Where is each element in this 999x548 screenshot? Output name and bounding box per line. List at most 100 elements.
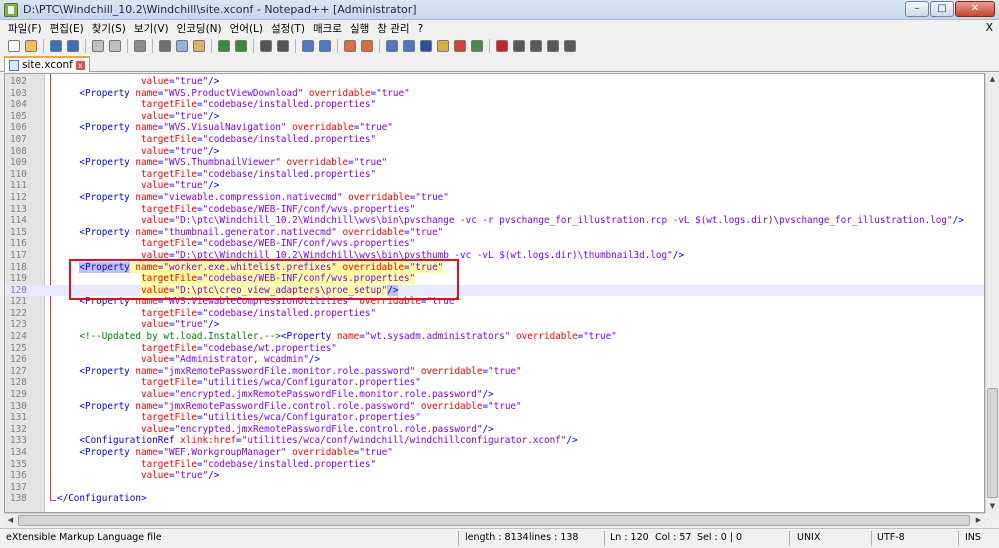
code-line[interactable]: 137 — [5, 482, 984, 494]
stop-macro-icon[interactable] — [511, 38, 527, 54]
toolbar-separator — [489, 39, 490, 53]
tab-site-xconf[interactable]: site.xconf x — [4, 56, 90, 72]
lang-icon[interactable] — [435, 38, 451, 54]
new-file-icon[interactable] — [6, 38, 22, 54]
code-editor[interactable]: 102 value="true"/> 103 <Property name="WV… — [4, 73, 985, 513]
run-macro-icon[interactable] — [545, 38, 561, 54]
indent-guide-icon-glyph — [420, 40, 432, 52]
zoom-in-icon[interactable] — [300, 38, 316, 54]
close-window-button[interactable]: ✕ — [955, 1, 995, 17]
code-line[interactable]: 111 value="true"/> — [5, 180, 984, 192]
code-line[interactable]: 106 <Property name="WVS.VisualNavigation… — [5, 122, 984, 134]
open-file-icon[interactable] — [23, 38, 39, 54]
code-line[interactable]: 136 value="true"/> — [5, 470, 984, 482]
code-line[interactable]: 124 <!--Updated by wt.load.Installer.-->… — [5, 331, 984, 343]
replace-icon[interactable] — [275, 38, 291, 54]
code-line[interactable]: 134 <Property name="WEF.WorkgroupManager… — [5, 447, 984, 459]
copy-icon[interactable] — [174, 38, 190, 54]
horizontal-scrollbar[interactable]: ◀ ▶ — [4, 513, 985, 527]
maximize-button[interactable]: □ — [930, 1, 954, 17]
code-line[interactable]: 116 targetFile="codebase/WEB-INF/conf/wv… — [5, 238, 984, 250]
menu-encoding[interactable]: 인코딩(N) — [173, 21, 226, 36]
menu-window[interactable]: 창 관리 — [373, 21, 413, 36]
save-all-icon[interactable] — [65, 38, 81, 54]
close-document-button[interactable]: X — [985, 21, 993, 34]
code-line[interactable]: 105 value="true"/> — [5, 111, 984, 123]
menu-macro[interactable]: 매크로 — [309, 21, 346, 36]
code-token: <Property — [280, 331, 337, 343]
find-icon[interactable] — [258, 38, 274, 54]
wrap-icon[interactable] — [384, 38, 400, 54]
doc-map-icon[interactable] — [452, 38, 468, 54]
code-line[interactable]: 122 targetFile="codebase/installed.prope… — [5, 308, 984, 320]
code-line[interactable]: 133 <ConfigurationRef xlink:href="utilit… — [5, 435, 984, 447]
show-all-chars-icon[interactable] — [401, 38, 417, 54]
redo-icon[interactable] — [233, 38, 249, 54]
zoom-out-icon[interactable] — [317, 38, 333, 54]
minimize-button[interactable]: – — [905, 1, 929, 17]
paste-icon[interactable] — [191, 38, 207, 54]
function-list-icon[interactable] — [469, 38, 485, 54]
menu-file[interactable]: 파일(F) — [4, 21, 46, 36]
code-line[interactable]: 112 <Property name="viewable.compression… — [5, 192, 984, 204]
vertical-scrollbar[interactable]: ▲ ▼ — [985, 73, 999, 513]
code-line[interactable]: 110 targetFile="codebase/installed.prope… — [5, 169, 984, 181]
scroll-up-arrow-icon[interactable]: ▲ — [986, 73, 999, 86]
code-line[interactable]: 103 <Property name="WVS.ProductViewDownl… — [5, 88, 984, 100]
code-line[interactable]: 115 <Property name="thumbnail.generator.… — [5, 227, 984, 239]
code-line[interactable]: 126 value="Administrator, wcadmin"/> — [5, 354, 984, 366]
vertical-scroll-thumb[interactable] — [987, 388, 998, 498]
code-line[interactable]: 131 targetFile="utilities/wca/Configurat… — [5, 412, 984, 424]
code-line[interactable]: 129 value="encrypted.jmxRemotePasswordFi… — [5, 389, 984, 401]
code-line[interactable]: 128 targetFile="utilities/wca/Configurat… — [5, 377, 984, 389]
code-line[interactable]: 104 targetFile="codebase/installed.prope… — [5, 99, 984, 111]
code-line[interactable]: 132 value="encrypted.jmxRemotePasswordFi… — [5, 424, 984, 436]
menu-language[interactable]: 언어(L) — [226, 21, 267, 36]
save-icon[interactable] — [48, 38, 64, 54]
menu-run[interactable]: 실행 — [346, 21, 373, 36]
code-line[interactable]: 109 <Property name="WVS.ThumbnailViewer"… — [5, 157, 984, 169]
close-icon[interactable] — [90, 38, 106, 54]
sync-h-icon[interactable] — [359, 38, 375, 54]
play-macro-icon[interactable] — [528, 38, 544, 54]
cut-icon[interactable] — [157, 38, 173, 54]
tab-close-icon[interactable]: x — [75, 60, 85, 70]
code-token: <ConfigurationRef — [79, 435, 181, 447]
save-macro-icon[interactable] — [562, 38, 578, 54]
record-macro-icon[interactable] — [494, 38, 510, 54]
code-token: /> — [208, 145, 220, 157]
save-macro-icon-glyph — [564, 40, 576, 52]
line-number: 118 — [10, 261, 27, 273]
code-line[interactable]: 130 <Property name="jmxRemotePasswordFil… — [5, 401, 984, 413]
scroll-left-arrow-icon[interactable]: ◀ — [4, 514, 17, 527]
print-icon[interactable] — [132, 38, 148, 54]
menu-settings[interactable]: 설정(T) — [267, 21, 309, 36]
undo-icon[interactable] — [216, 38, 232, 54]
sync-v-icon[interactable] — [342, 38, 358, 54]
code-line[interactable]: 113 targetFile="codebase/WEB-INF/conf/wv… — [5, 204, 984, 216]
scroll-down-arrow-icon[interactable]: ▼ — [986, 500, 999, 513]
menu-help[interactable]: ? — [414, 23, 428, 35]
code-line[interactable]: 135 targetFile="codebase/installed.prope… — [5, 459, 984, 471]
menu-view[interactable]: 보기(V) — [130, 21, 173, 36]
code-line[interactable]: 107 targetFile="codebase/installed.prope… — [5, 134, 984, 146]
menu-edit[interactable]: 편집(E) — [46, 21, 88, 36]
close-all-icon[interactable] — [107, 38, 123, 54]
code-line[interactable]: 125 targetFile="codebase/wt.properties" — [5, 343, 984, 355]
code-line[interactable]: 138 </Configuration> — [5, 493, 984, 505]
code-token: "true" — [353, 157, 388, 169]
indent-guide-icon[interactable] — [418, 38, 434, 54]
horizontal-scroll-thumb[interactable] — [18, 515, 970, 526]
code-line[interactable]: 108 value="true"/> — [5, 146, 984, 158]
code-line[interactable]: 123 value="true"/> — [5, 319, 984, 331]
code-line[interactable]: 114 value="D:\ptc\Windchill_10.2\Windchi… — [5, 215, 984, 227]
code-line[interactable]: 102 value="true"/> — [5, 76, 984, 88]
line-code: targetFile="codebase/installed.propertie… — [57, 169, 376, 181]
menu-search[interactable]: 찾기(S) — [88, 21, 130, 36]
code-token: /> — [208, 180, 220, 192]
scroll-right-arrow-icon[interactable]: ▶ — [972, 514, 985, 527]
code-line[interactable]: 127 <Property name="jmxRemotePasswordFil… — [5, 366, 984, 378]
